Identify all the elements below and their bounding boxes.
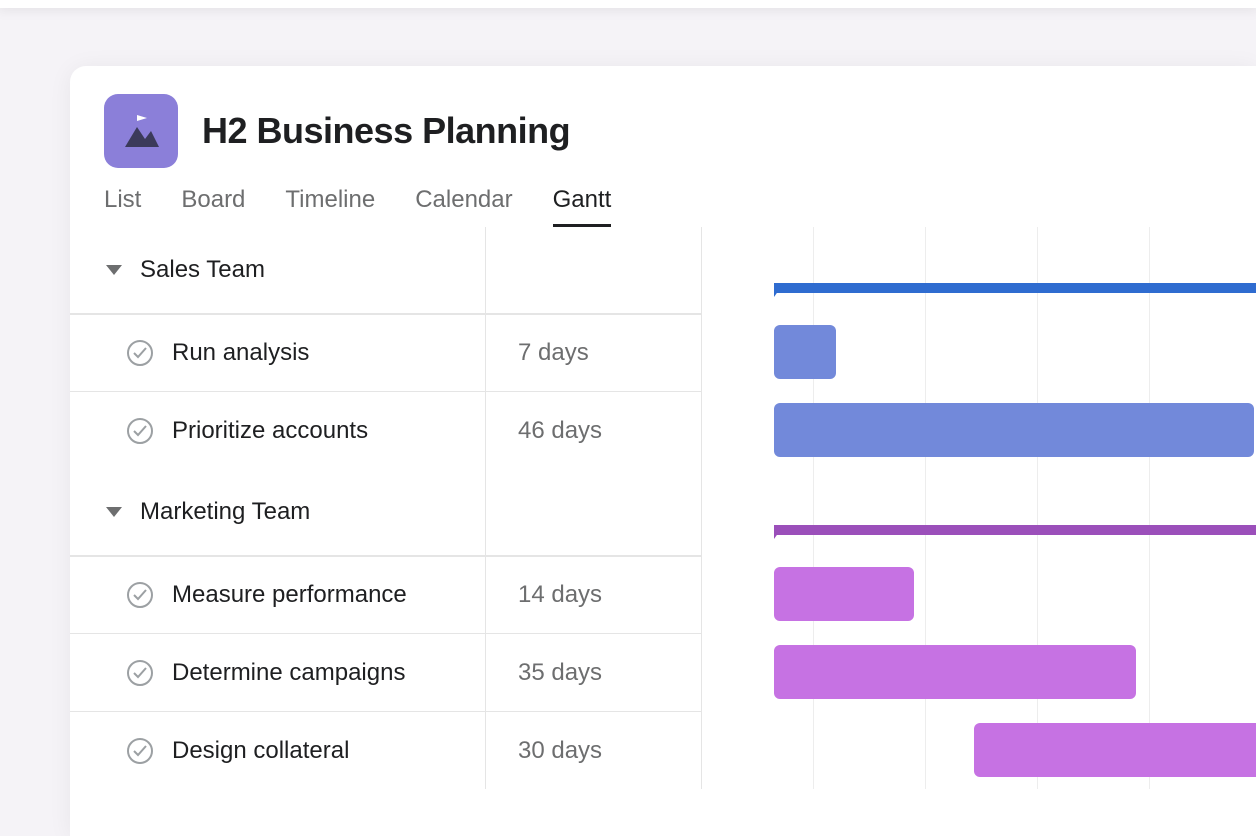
- task-duration: 35 days: [486, 634, 701, 711]
- group-name: Marketing Team: [140, 498, 310, 526]
- check-circle-icon[interactable]: [126, 659, 154, 687]
- task-name: Prioritize accounts: [172, 417, 368, 445]
- gantt-view: Sales Team Run analysis 7 days Prioritiz…: [70, 227, 1256, 789]
- task-bar[interactable]: [774, 325, 836, 379]
- task-name: Design collateral: [172, 737, 349, 765]
- check-circle-icon[interactable]: [126, 737, 154, 765]
- parent-window-chrome: [0, 0, 1256, 8]
- chevron-down-icon[interactable]: [106, 507, 122, 517]
- task-bar[interactable]: [774, 403, 1254, 457]
- group-bar-sales[interactable]: [774, 283, 1256, 293]
- chevron-down-icon[interactable]: [106, 265, 122, 275]
- check-circle-icon[interactable]: [126, 417, 154, 445]
- task-row[interactable]: Design collateral 30 days: [70, 711, 701, 789]
- task-row[interactable]: Prioritize accounts 46 days: [70, 391, 701, 469]
- group-bar-marketing[interactable]: [774, 525, 1256, 535]
- group-row-sales[interactable]: Sales Team: [70, 227, 701, 313]
- gantt-task-list: Sales Team Run analysis 7 days Prioritiz…: [70, 227, 702, 789]
- group-duration-cell: [486, 469, 701, 555]
- project-header: H2 Business Planning: [70, 66, 1256, 186]
- project-card: H2 Business Planning List Board Timeline…: [70, 66, 1256, 836]
- gantt-timeline[interactable]: [702, 227, 1256, 789]
- view-tabs: List Board Timeline Calendar Gantt: [70, 186, 1256, 227]
- tab-gantt[interactable]: Gantt: [553, 186, 612, 227]
- task-duration: 30 days: [486, 712, 701, 789]
- task-row[interactable]: Determine campaigns 35 days: [70, 633, 701, 711]
- task-duration: 7 days: [486, 315, 701, 391]
- task-duration: 14 days: [486, 557, 701, 633]
- group-duration-cell: [486, 227, 701, 313]
- mountain-flag-icon: [119, 109, 163, 153]
- group-row-marketing[interactable]: Marketing Team: [70, 469, 701, 555]
- tab-board[interactable]: Board: [181, 186, 245, 227]
- project-title: H2 Business Planning: [202, 110, 570, 152]
- project-icon[interactable]: [104, 94, 178, 168]
- tab-calendar[interactable]: Calendar: [415, 186, 512, 227]
- task-bar[interactable]: [774, 645, 1136, 699]
- task-name: Run analysis: [172, 339, 309, 367]
- task-duration: 46 days: [486, 392, 701, 469]
- task-bar[interactable]: [974, 723, 1256, 777]
- check-circle-icon[interactable]: [126, 581, 154, 609]
- tab-timeline[interactable]: Timeline: [285, 186, 375, 227]
- task-name: Measure performance: [172, 581, 407, 609]
- check-circle-icon[interactable]: [126, 339, 154, 367]
- group-name: Sales Team: [140, 256, 265, 284]
- tab-list[interactable]: List: [104, 186, 141, 227]
- task-name: Determine campaigns: [172, 659, 405, 687]
- task-row[interactable]: Measure performance 14 days: [70, 555, 701, 633]
- task-row[interactable]: Run analysis 7 days: [70, 313, 701, 391]
- task-bar[interactable]: [774, 567, 914, 621]
